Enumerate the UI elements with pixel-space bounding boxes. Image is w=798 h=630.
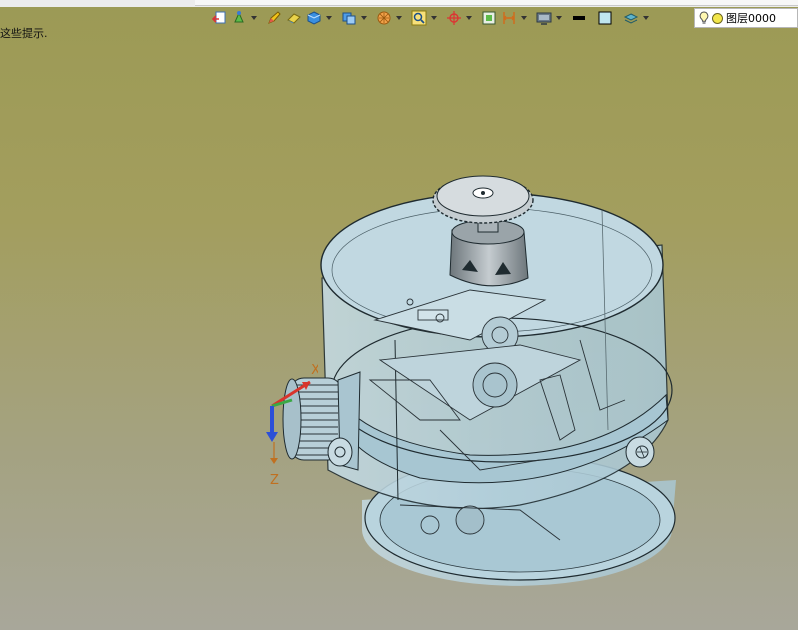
- frame-icon[interactable]: [480, 9, 498, 27]
- chevron-down-icon[interactable]: [430, 9, 437, 27]
- view-cube-icon[interactable]: [340, 9, 358, 27]
- layer-stack-icon[interactable]: [622, 9, 640, 27]
- top-strip-segment: [195, 0, 798, 6]
- chevron-down-icon[interactable]: [325, 9, 332, 27]
- snap-target-icon[interactable]: [445, 9, 463, 27]
- chevron-down-icon[interactable]: [360, 9, 367, 27]
- solid-cube-icon[interactable]: [305, 9, 323, 27]
- layer-color-swatch: [712, 12, 723, 24]
- gear-wheel[interactable]: [432, 175, 534, 224]
- layer-selector[interactable]: 图层0000: [694, 8, 798, 28]
- pencil-icon[interactable]: [265, 9, 283, 27]
- chevron-down-icon[interactable]: [250, 9, 257, 27]
- lightbulb-icon[interactable]: [699, 11, 709, 25]
- coordinate-triad: X Z: [266, 363, 318, 488]
- chevron-down-icon[interactable]: [555, 9, 562, 27]
- chevron-down-icon[interactable]: [520, 9, 527, 27]
- render-mode-icon[interactable]: [375, 9, 393, 27]
- z-axis-label: Z: [270, 473, 279, 488]
- chevron-down-icon[interactable]: [395, 9, 402, 27]
- fill-color-icon[interactable]: [596, 9, 614, 27]
- line-color-icon[interactable]: [570, 9, 588, 27]
- sketch-point-icon[interactable]: [230, 9, 248, 27]
- side-screw: [625, 436, 655, 468]
- eraser-icon[interactable]: [285, 9, 303, 27]
- x-axis-label: X: [311, 363, 318, 378]
- top-strip: [0, 0, 798, 7]
- monitor-icon[interactable]: [535, 9, 553, 27]
- chevron-down-icon[interactable]: [642, 9, 649, 27]
- view-restore-icon[interactable]: [210, 9, 228, 27]
- zoom-icon[interactable]: [410, 9, 428, 27]
- hint-text: 这些提示.: [0, 27, 48, 40]
- chevron-down-icon[interactable]: [465, 9, 472, 27]
- 3d-viewport[interactable]: 这些提示. 图层0000 X Z: [0, 0, 798, 630]
- dimension-icon[interactable]: [500, 9, 518, 27]
- layer-name: 图层0000: [726, 12, 776, 25]
